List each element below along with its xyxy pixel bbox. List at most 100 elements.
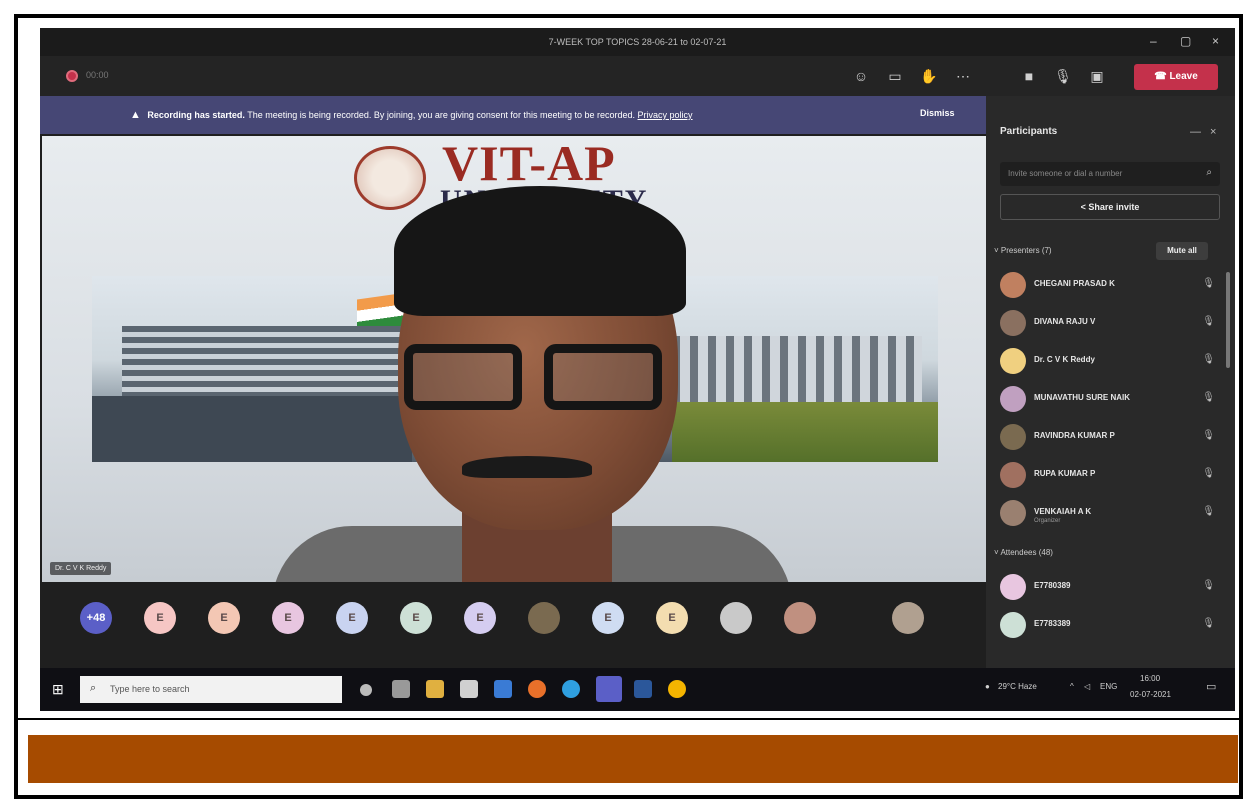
camera-icon[interactable]: ■ — [1020, 67, 1038, 85]
participant-avatar[interactable] — [720, 602, 752, 634]
participant-name: RAVINDRA KUMAR P — [1034, 431, 1115, 440]
clock-time[interactable]: 16:00 — [1140, 674, 1160, 683]
participant-name: MUNAVATHU SURE NAIK — [1034, 393, 1130, 402]
leave-label: Leave — [1169, 71, 1198, 82]
participant-avatar[interactable]: E — [464, 602, 496, 634]
word-icon[interactable] — [634, 680, 652, 698]
reactions-icon[interactable]: ✋ — [920, 67, 938, 85]
warning-icon: ▲ — [130, 109, 141, 121]
participant-avatar[interactable]: E — [400, 602, 432, 634]
windows-taskbar: ⊞ ⌕ Type here to search ● 29°C Haze ^ ◁ … — [40, 668, 1235, 711]
left-lens — [404, 344, 522, 410]
windows-start-icon[interactable]: ⊞ — [52, 681, 64, 698]
mute-all-button[interactable]: Mute all — [1156, 242, 1208, 260]
participant-row[interactable]: CHEGANI PRASAD K 🎙 — [1000, 270, 1215, 300]
participant-avatar[interactable]: E — [336, 602, 368, 634]
edge-icon[interactable] — [562, 680, 580, 698]
participant-avatar[interactable]: +48 — [80, 602, 112, 634]
microphone-icon: 🎙 — [1202, 506, 1215, 517]
leave-button[interactable]: ☎ Leave — [1134, 64, 1218, 90]
cortana-icon[interactable] — [360, 684, 372, 696]
weather-text[interactable]: 29°C Haze — [998, 682, 1037, 691]
clock-date[interactable]: 02-07-2021 — [1130, 690, 1171, 699]
close-panel-icon[interactable]: × — [1210, 126, 1216, 138]
microphone-icon: 🎙 — [1202, 468, 1215, 479]
participant-avatar[interactable]: E — [144, 602, 176, 634]
participant-row[interactable]: MUNAVATHU SURE NAIK 🎙 — [1000, 384, 1215, 414]
meeting-toolbar: 00:00 ☺ ▭ ✋ ⋯ ■ 🎙 ▣ ☎ Leave — [40, 56, 1235, 96]
search-placeholder: Type here to search — [110, 684, 190, 694]
volume-icon[interactable]: ◁ — [1084, 682, 1090, 691]
avatar — [1000, 612, 1026, 638]
share-screen-icon[interactable]: ▣ — [1088, 67, 1106, 85]
garden — [672, 402, 938, 462]
microphone-icon: 🎙 — [1202, 278, 1215, 289]
microphone-icon: 🎙 — [1202, 618, 1215, 629]
microphone-icon: 🎙 — [1202, 430, 1215, 441]
participant-row[interactable]: Dr. C V K Reddy 🎙 — [1000, 346, 1215, 376]
meeting-timer: 00:00 — [86, 70, 109, 80]
tray-chevron-icon[interactable]: ^ — [1070, 682, 1074, 691]
attendee-row[interactable]: E7783389 🎙 — [1000, 610, 1215, 640]
maximize-icon[interactable]: ▢ — [1180, 34, 1191, 48]
participant-name: RUPA KUMAR P — [1034, 469, 1096, 478]
participant-row[interactable]: DIVANA RAJU V 🎙 — [1000, 308, 1215, 338]
firefox-icon[interactable] — [528, 680, 546, 698]
participant-row[interactable]: RUPA KUMAR P 🎙 — [1000, 460, 1215, 490]
participant-name: Dr. C V K Reddy — [1034, 355, 1095, 364]
dismiss-button[interactable]: Dismiss — [920, 108, 955, 118]
building-left — [122, 326, 412, 406]
participant-role: Organizer — [1034, 518, 1061, 524]
search-icon: ⌕ — [1206, 167, 1212, 178]
microphone-icon[interactable]: 🎙 — [1054, 67, 1072, 85]
road — [92, 396, 412, 462]
attendees-heading[interactable]: ˅ Attendees (48) — [994, 548, 1053, 557]
share-invite-button[interactable]: < Share invite — [1000, 194, 1220, 220]
search-icon: ⌕ — [90, 682, 97, 694]
participant-avatar[interactable]: E — [208, 602, 240, 634]
teams-icon[interactable] — [596, 676, 622, 702]
avatar — [1000, 500, 1026, 526]
microphone-icon: 🎙 — [1202, 354, 1215, 365]
participant-avatar[interactable]: E — [272, 602, 304, 634]
recording-indicator-icon — [66, 70, 78, 82]
task-view-icon[interactable] — [392, 680, 410, 698]
participants-icon[interactable]: ☺ — [852, 67, 870, 85]
participant-row[interactable]: VENKAIAH A K Organizer 🎙 — [1000, 498, 1215, 528]
minimize-icon[interactable]: – — [1150, 34, 1157, 48]
teams-window: 7-WEEK TOP TOPICS 28-06-21 to 02-07-21 –… — [40, 28, 1235, 711]
weather-icon: ● — [985, 682, 990, 691]
notifications-icon[interactable]: ▭ — [1206, 680, 1216, 693]
phone-icon: ☎ — [1154, 71, 1170, 82]
participant-name: VENKAIAH A K — [1034, 507, 1092, 516]
store-icon[interactable] — [460, 680, 478, 698]
participant-avatar[interactable]: E — [656, 602, 688, 634]
avatar — [1000, 348, 1026, 374]
invite-input[interactable]: Invite someone or dial a number ⌕ — [1000, 162, 1220, 186]
participant-avatar[interactable] — [528, 602, 560, 634]
avatar — [1000, 424, 1026, 450]
taskbar-search-input[interactable]: ⌕ Type here to search — [80, 676, 342, 703]
language-indicator[interactable]: ENG — [1100, 682, 1117, 691]
presenters-heading[interactable]: ˅ Presenters (7) — [994, 246, 1052, 255]
invite-placeholder: Invite someone or dial a number — [1008, 169, 1123, 178]
file-explorer-icon[interactable] — [426, 680, 444, 698]
avatar-strip: +48 E E E E E E E E — [40, 584, 986, 650]
speaker-hair — [394, 186, 686, 316]
participant-avatar[interactable]: E — [592, 602, 624, 634]
mail-icon[interactable] — [494, 680, 512, 698]
participant-avatar[interactable] — [892, 602, 924, 634]
participant-row[interactable]: RAVINDRA KUMAR P 🎙 — [1000, 422, 1215, 452]
close-icon[interactable]: × — [1212, 34, 1219, 48]
microphone-icon: 🎙 — [1202, 392, 1215, 403]
panel-scrollbar[interactable] — [1226, 272, 1230, 368]
chat-icon[interactable]: ▭ — [886, 67, 904, 85]
microphone-icon: 🎙 — [1202, 580, 1215, 591]
participant-avatar[interactable] — [784, 602, 816, 634]
more-actions-icon[interactable]: ⋯ — [954, 67, 972, 85]
pop-out-icon[interactable]: — — [1190, 126, 1201, 138]
privacy-policy-link[interactable]: Privacy policy — [638, 110, 693, 120]
attendee-row[interactable]: E7780389 🎙 — [1000, 572, 1215, 602]
chrome-icon[interactable] — [668, 680, 686, 698]
window-title: 7-WEEK TOP TOPICS 28-06-21 to 02-07-21 — [548, 37, 727, 47]
